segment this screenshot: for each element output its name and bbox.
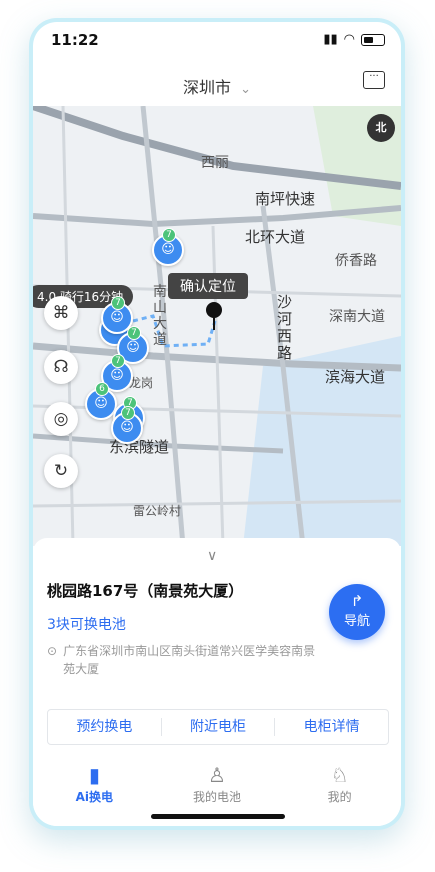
confirm-location-label[interactable]: 确认定位 [168, 273, 248, 299]
person-icon: ♘ [330, 763, 349, 787]
header: 深圳市 ⌄ ··· [33, 66, 401, 106]
location-icon: ⊙ [47, 644, 58, 658]
address-text: 广东省深圳市南山区南头街道常兴医学美容南景苑大厦 [63, 644, 316, 676]
map-label-nanshan: 南山大道 [153, 284, 167, 348]
message-icon[interactable]: ··· [363, 71, 385, 89]
tab-label: 我的电池 [193, 790, 242, 804]
wifi-icon: ◠ [343, 32, 355, 47]
battery-icon: ▮ [88, 763, 100, 787]
station-marker[interactable]: 7☺ [111, 406, 143, 444]
map-label-xili: 西丽 [201, 155, 229, 171]
headset-icon[interactable]: ☊ [44, 350, 78, 384]
tab-my-battery[interactable]: ♙ 我的电池 [156, 760, 279, 816]
navigate-arrow-icon: ↱ [350, 592, 364, 610]
tab-label: Ai换电 [75, 790, 114, 804]
tab-ai-swap[interactable]: ▮ Ai换电 [33, 760, 156, 816]
compass-icon[interactable]: 北 [367, 114, 395, 142]
grid-menu-icon[interactable]: ⌘ [44, 296, 78, 330]
reserve-swap-button[interactable]: 预约换电 [48, 718, 162, 736]
station-sheet: ∨ 桃园路167号（南景苑大厦） 3块可换电池 ⊙ 广东省深圳市南山区南头街道常… [33, 538, 401, 826]
map-label-beihuan: 北环大道 [245, 228, 306, 246]
home-indicator [151, 814, 285, 819]
signal-icon: ▮▮ [323, 32, 338, 47]
tab-bar: ▮ Ai换电 ♙ 我的电池 ♘ 我的 [33, 760, 401, 816]
locate-icon[interactable]: ◎ [44, 402, 78, 436]
tab-label: 我的 [327, 790, 352, 804]
battery-available: 3块可换电池 [47, 617, 126, 633]
map-roads [33, 106, 401, 546]
status-time: 11:22 [51, 31, 99, 49]
navigate-button[interactable]: ↱ 导航 [329, 584, 385, 640]
chevron-down-icon: ⌄ [240, 82, 251, 97]
battery-status-icon [361, 33, 385, 46]
station-address: ⊙ 广东省深圳市南山区南头街道常兴医学美容南景苑大厦 [47, 642, 327, 678]
battery-person-icon: ♙ [208, 763, 226, 787]
map-label-shennan: 深南大道 [329, 309, 385, 325]
map-label-shahexi: 沙河西路 [277, 293, 293, 362]
cabinet-details-button[interactable]: 电柜详情 [275, 718, 388, 736]
navigate-label: 导航 [343, 614, 370, 629]
map-label-leigongling: 雷公岭村 [133, 504, 182, 518]
map-label-binhai: 滨海大道 [325, 368, 386, 386]
tab-me[interactable]: ♘ 我的 [278, 760, 401, 816]
status-icons: ▮▮ ◠ [323, 32, 385, 47]
station-name: 桃园路167号（南景苑大厦） [47, 582, 244, 600]
station-marker[interactable]: 7☺ [152, 228, 184, 266]
collapse-chevron-icon[interactable]: ∨ [207, 548, 217, 564]
map-label-nanping: 南坪快速 [255, 190, 316, 208]
nearby-cabinets-button[interactable]: 附近电柜 [162, 718, 276, 736]
map-label-qiaoxiang: 侨香路 [335, 253, 377, 269]
refresh-icon[interactable]: ↻ [44, 454, 78, 488]
location-pin-icon [206, 302, 222, 330]
city-name: 深圳市 [182, 78, 231, 97]
city-selector[interactable]: 深圳市 ⌄ [33, 74, 401, 98]
status-bar: 11:22 ▮▮ ◠ [33, 22, 401, 58]
screen: 11:22 ▮▮ ◠ 深圳市 ⌄ ··· 西丽 南坪快速 北环大道 侨香路 南山… [33, 22, 401, 826]
map[interactable]: 西丽 南坪快速 北环大道 侨香路 南山大道 沙河西路 深南大道 滨海大道 东滨隧… [33, 106, 401, 546]
phone-frame: 11:22 ▮▮ ◠ 深圳市 ⌄ ··· 西丽 南坪快速 北环大道 侨香路 南山… [29, 18, 405, 830]
action-bar: 预约换电 附近电柜 电柜详情 [47, 709, 389, 745]
